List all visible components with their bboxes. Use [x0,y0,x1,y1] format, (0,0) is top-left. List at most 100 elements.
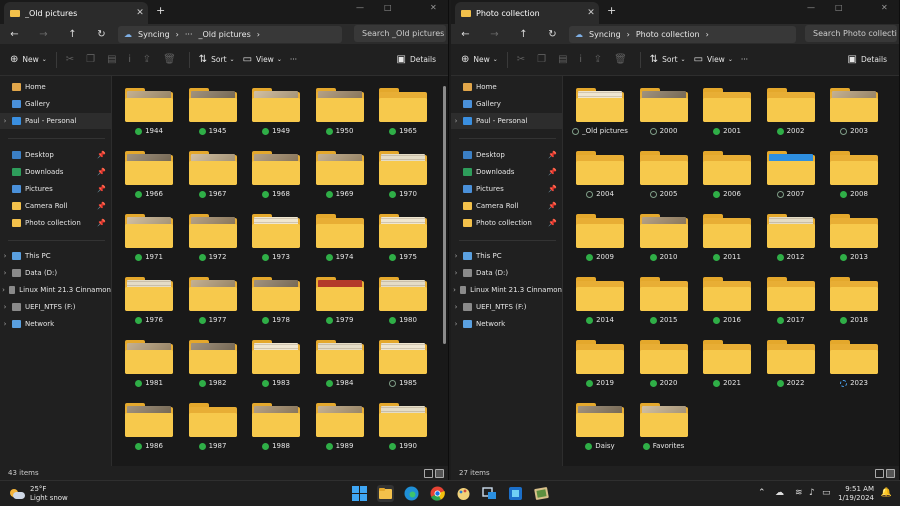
folder-item[interactable]: 2004 [570,146,630,208]
nav-item-photo-collection[interactable]: Photo collection 📌 [0,215,111,231]
pin-icon[interactable]: 📌 [548,168,557,176]
cut-button[interactable]: ✂ [62,50,82,70]
nav-item-downloads[interactable]: Downloads 📌 [451,164,562,180]
nav-item-linux-mint-drive[interactable]: › Linux Mint 21.3 Cinnamon [451,282,562,298]
chevron-right-icon[interactable]: › [451,252,461,260]
folder-item[interactable]: 1949 [246,83,306,145]
nav-item-desktop[interactable]: Desktop 📌 [0,147,111,163]
folder-item[interactable]: 2021 [697,335,757,397]
chevron-right-icon[interactable]: › [0,252,10,260]
volume-icon[interactable]: ♪ [809,488,815,498]
folder-item[interactable]: Daisy [570,398,630,460]
folder-item[interactable]: 1944 [119,83,179,145]
search-input[interactable]: Search _Old pictures [354,25,446,42]
nav-item-photo-collection[interactable]: Photo collection 📌 [451,215,562,231]
pin-icon[interactable]: 📌 [97,219,106,227]
rename-button[interactable]: Ꭵ [576,50,590,70]
chevron-right-icon[interactable]: › [0,117,10,125]
chevron-right-icon[interactable]: › [451,320,461,328]
nav-item-gallery[interactable]: Gallery [451,96,562,112]
chevron-right-icon[interactable]: › [451,117,461,125]
folder-item[interactable]: 1967 [183,146,243,208]
nav-item-linux-mint-drive[interactable]: › Linux Mint 21.3 Cinnamon [0,282,111,298]
folder-item[interactable]: 1945 [183,83,243,145]
folder-item[interactable]: 1987 [183,398,243,460]
folder-item[interactable]: 2011 [697,209,757,271]
folder-item[interactable]: 2000 [634,83,694,145]
nav-item-downloads[interactable]: Downloads 📌 [0,164,111,180]
battery-icon[interactable]: ▭ [822,488,831,498]
large-icons-view-icon[interactable] [435,469,444,478]
folder-item[interactable]: 2009 [570,209,630,271]
forward-button[interactable]: → [29,29,58,40]
close-tab-icon[interactable]: ✕ [132,8,148,18]
folder-item[interactable]: 1989 [310,398,370,460]
file-explorer-taskbar-button[interactable] [377,485,394,502]
close-tab-icon[interactable]: ✕ [583,8,599,18]
screen-tool-taskbar-button[interactable] [481,485,498,502]
folder-item[interactable]: 2001 [697,83,757,145]
chevron-right-icon[interactable]: › [451,269,461,277]
wifi-icon[interactable]: ≋ [795,488,803,498]
folder-item[interactable]: 2002 [761,83,821,145]
folder-item[interactable]: 2003 [824,83,884,145]
share-button[interactable]: ⇪ [590,50,610,70]
pin-icon[interactable]: 📌 [97,202,106,210]
copy-button[interactable]: ❐ [82,50,103,70]
chevron-right-icon[interactable]: › [451,286,458,294]
cut-button[interactable]: ✂ [513,50,533,70]
details-button[interactable]: ▣ Details [844,50,891,70]
copy-button[interactable]: ❐ [533,50,554,70]
nav-item-home[interactable]: Home [451,79,562,95]
maximize-button[interactable]: □ [835,3,843,12]
folder-item[interactable]: 2019 [570,335,630,397]
clock[interactable]: 9:51 AM 1/19/2024 [838,485,874,503]
folder-item[interactable]: 2018 [824,272,884,334]
nav-item-pictures[interactable]: Pictures 📌 [451,181,562,197]
pin-icon[interactable]: 📌 [548,202,557,210]
folder-item[interactable]: 1979 [310,272,370,334]
back-button[interactable]: ← [451,29,480,40]
onedrive-tray-icon[interactable]: ☁ [775,488,784,498]
search-input[interactable]: Search Photo collection [805,25,897,42]
image-app-taskbar-button[interactable] [533,485,550,502]
nav-item-desktop[interactable]: Desktop 📌 [451,147,562,163]
folder-item[interactable]: 1988 [246,398,306,460]
chevron-right-icon[interactable]: › [0,320,10,328]
details-view-icon[interactable] [875,469,884,478]
show-hidden-icons-chevron-up-icon[interactable]: ⌃ [758,488,766,498]
up-button[interactable]: ↑ [509,29,538,40]
maximize-button[interactable]: □ [384,3,392,12]
new-button[interactable]: ⊕ New ⌄ [457,50,502,70]
folder-item[interactable]: 2014 [570,272,630,334]
folder-item[interactable]: _Old pictures [570,83,630,145]
rename-button[interactable]: Ꭵ [125,50,139,70]
new-button[interactable]: ⊕ New ⌄ [6,50,51,70]
nav-item-gallery[interactable]: Gallery [0,96,111,112]
remote-app-taskbar-button[interactable] [507,485,524,502]
vertical-scrollbar[interactable] [443,86,446,344]
nav-item-onedrive-personal[interactable]: › Paul - Personal [0,113,111,129]
folder-item[interactable]: 1966 [119,146,179,208]
details-view-icon[interactable] [424,469,433,478]
folder-item[interactable]: 2006 [697,146,757,208]
folder-item[interactable]: 1990 [373,398,433,460]
folder-item[interactable]: 2010 [634,209,694,271]
folder-item[interactable]: 2023 [824,335,884,397]
folder-item[interactable]: 1976 [119,272,179,334]
folder-item[interactable]: 1983 [246,335,306,397]
pin-icon[interactable]: 📌 [97,185,106,193]
photo-app-taskbar-button[interactable] [455,485,472,502]
nav-item-uefi-drive[interactable]: › UEFI_NTFS (F:) [0,299,111,315]
sort-button[interactable]: ⇅ Sort ⌄ [195,50,239,70]
nav-item-camera-roll[interactable]: Camera Roll 📌 [0,198,111,214]
folder-item[interactable]: 1968 [246,146,306,208]
folder-item[interactable]: 2012 [761,209,821,271]
close-window-button[interactable]: ✕ [881,3,888,12]
breadcrumb[interactable]: ☁ Syncing › Photo collection › [569,25,796,43]
pin-icon[interactable]: 📌 [548,151,557,159]
details-button[interactable]: ▣ Details [393,50,440,70]
chevron-right-icon[interactable]: › [0,286,7,294]
large-icons-view-icon[interactable] [886,469,895,478]
folder-item[interactable]: 2008 [824,146,884,208]
